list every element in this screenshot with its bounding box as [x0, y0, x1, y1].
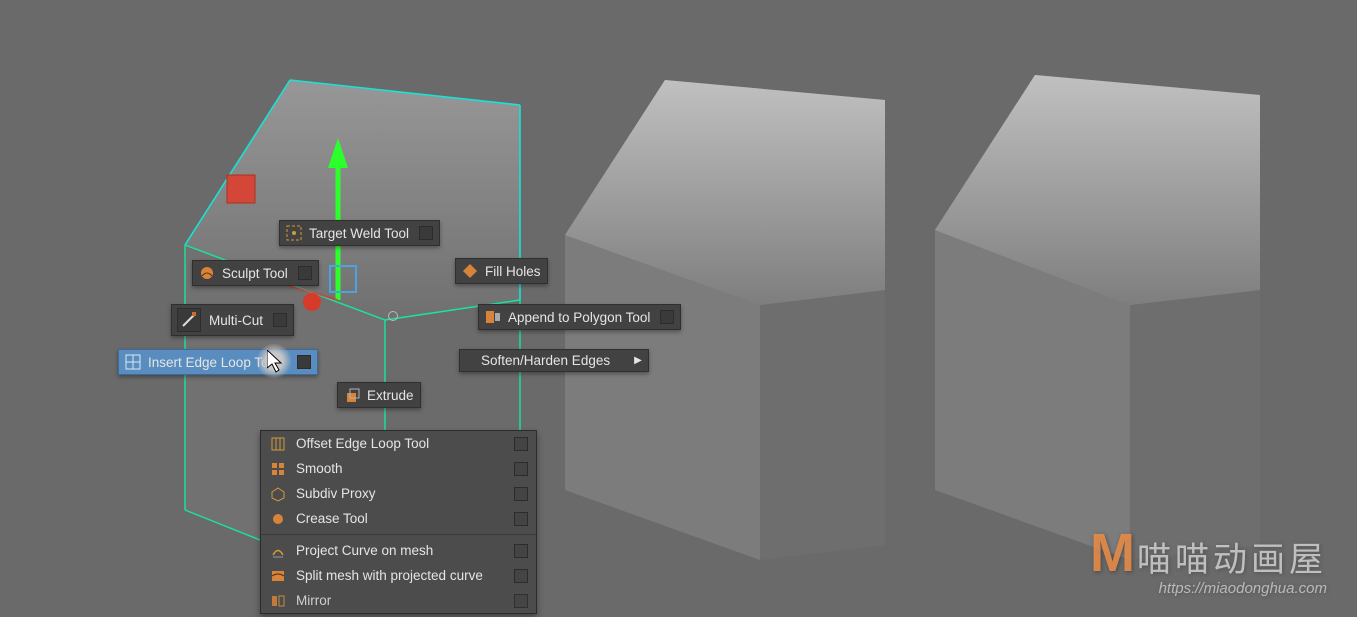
option-box[interactable] [514, 462, 528, 476]
menu-smooth[interactable]: Smooth [261, 456, 536, 481]
mm-soften-harden-edges[interactable]: Soften/Harden Edges ▶ [459, 349, 649, 372]
mm-label: Extrude [367, 388, 414, 403]
menu-label: Mirror [296, 593, 504, 608]
insert-edge-loop-icon [124, 353, 142, 371]
submenu-arrow-icon: ▶ [634, 355, 642, 366]
mm-label: Append to Polygon Tool [508, 310, 650, 325]
subdiv-icon [269, 485, 286, 502]
cursor-halo [256, 343, 292, 379]
mm-sculpt-tool[interactable]: Sculpt Tool [192, 260, 319, 286]
option-box[interactable] [514, 544, 528, 558]
fill-holes-icon [461, 262, 479, 280]
option-box[interactable] [297, 355, 311, 369]
mm-fill-holes[interactable]: Fill Holes [455, 258, 548, 284]
mm-target-weld-tool[interactable]: Target Weld Tool [279, 220, 440, 246]
sculpt-icon [198, 264, 216, 282]
menu-label: Crease Tool [296, 511, 504, 526]
watermark-logo: M [1090, 522, 1131, 584]
menu-split-mesh-projected-curve[interactable]: Split mesh with projected curve [261, 563, 536, 588]
extrude-icon [343, 386, 361, 404]
menu-mirror[interactable]: Mirror [261, 588, 536, 613]
mm-multi-cut[interactable]: Multi-Cut [171, 304, 294, 336]
marking-menu-origin [388, 311, 398, 321]
mm-extrude[interactable]: Extrude [337, 382, 421, 408]
3d-viewport[interactable]: Target Weld Tool Sculpt Tool Multi-Cut I… [0, 0, 1357, 617]
smooth-icon [269, 460, 286, 477]
shaded-cube-2 [935, 75, 1260, 560]
option-box[interactable] [514, 569, 528, 583]
mm-label: Fill Holes [485, 264, 541, 279]
menu-label: Split mesh with projected curve [296, 568, 504, 583]
menu-offset-edge-loop-tool[interactable]: Offset Edge Loop Tool [261, 431, 536, 456]
mirror-icon [269, 592, 286, 609]
crease-icon [269, 510, 286, 527]
menu-project-curve[interactable]: Project Curve on mesh [261, 538, 536, 563]
target-weld-icon [285, 224, 303, 242]
option-box[interactable] [298, 266, 312, 280]
mm-label: Sculpt Tool [222, 266, 288, 281]
watermark-title: 喵喵动画屋 [1137, 532, 1327, 581]
option-box[interactable] [514, 437, 528, 451]
option-box[interactable] [273, 313, 287, 327]
mm-label: Soften/Harden Edges [465, 353, 610, 368]
option-box[interactable] [514, 594, 528, 608]
mm-label: Multi-Cut [209, 313, 263, 328]
split-mesh-icon [269, 567, 286, 584]
menu-subdiv-proxy[interactable]: Subdiv Proxy [261, 481, 536, 506]
menu-label: Subdiv Proxy [296, 486, 504, 501]
menu-label: Project Curve on mesh [296, 543, 504, 558]
watermark: M 喵喵动画屋 https://miaodonghua.com [1090, 522, 1327, 597]
offset-edge-icon [269, 435, 286, 452]
face-select-highlight [329, 265, 357, 293]
multi-cut-icon [177, 308, 201, 332]
option-box[interactable] [419, 226, 433, 240]
menu-crease-tool[interactable]: Crease Tool [261, 506, 536, 531]
option-box[interactable] [660, 310, 674, 324]
mm-label: Target Weld Tool [309, 226, 409, 241]
menu-separator [261, 534, 536, 535]
project-curve-icon [269, 542, 286, 559]
append-polygon-icon [484, 308, 502, 326]
menu-label: Smooth [296, 461, 504, 476]
mesh-tools-submenu[interactable]: Offset Edge Loop Tool Smooth Subdiv Prox… [260, 430, 537, 614]
option-box[interactable] [514, 487, 528, 501]
menu-label: Offset Edge Loop Tool [296, 436, 504, 451]
option-box[interactable] [514, 512, 528, 526]
mm-append-to-polygon-tool[interactable]: Append to Polygon Tool [478, 304, 681, 330]
